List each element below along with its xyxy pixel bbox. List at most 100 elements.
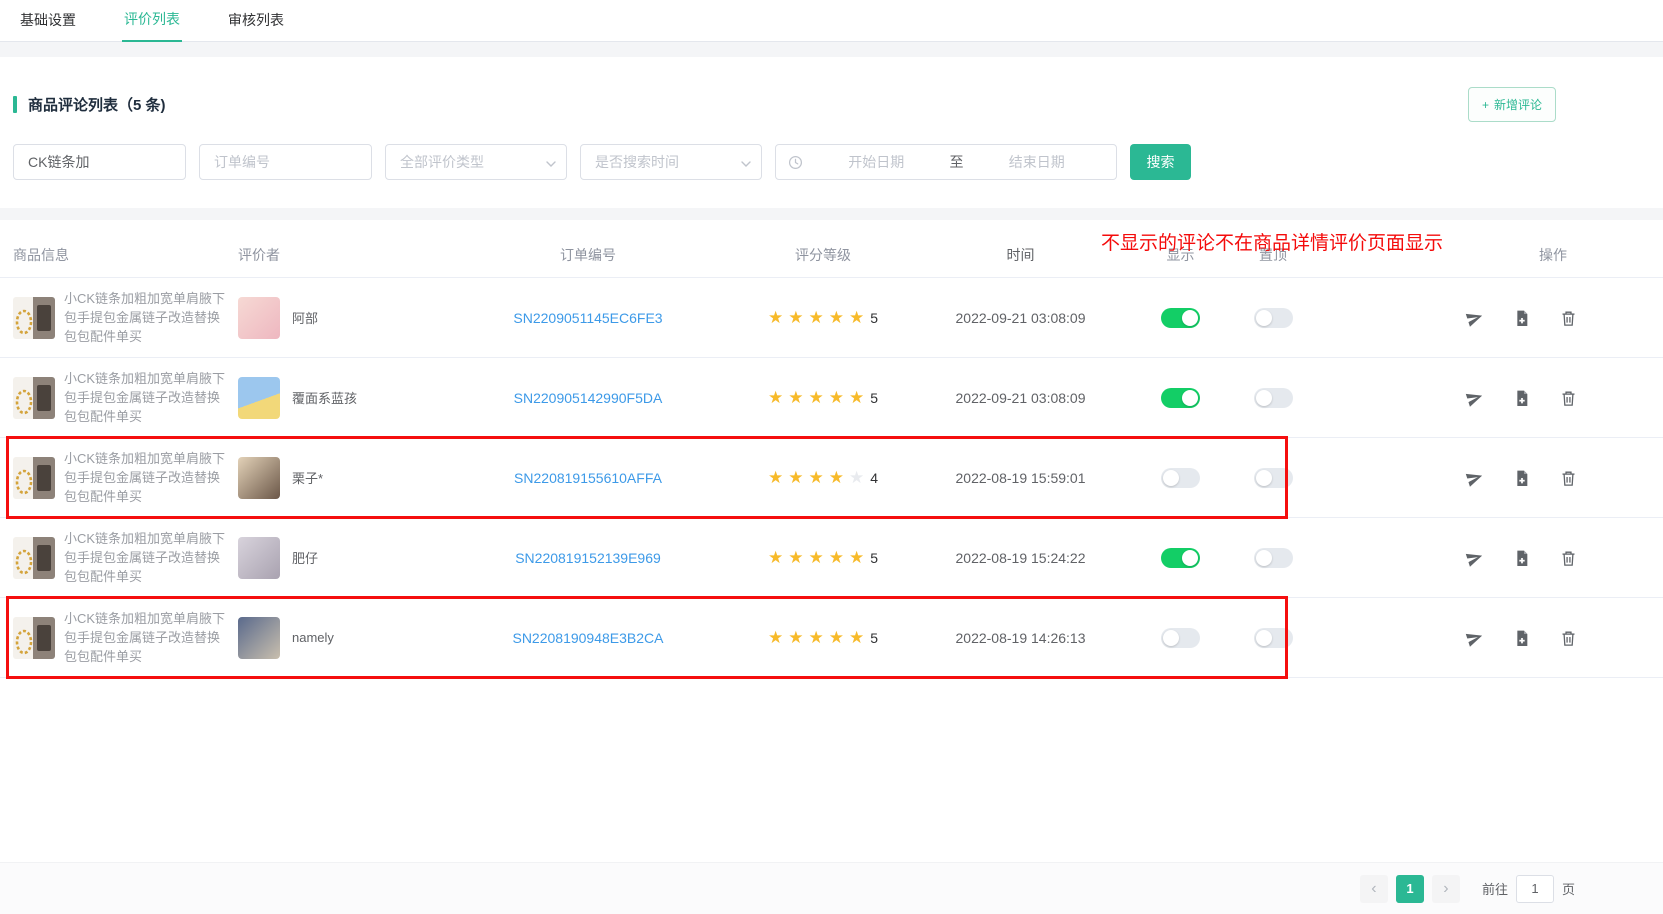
show-toggle[interactable] (1161, 548, 1200, 568)
rating-value: 5 (870, 390, 878, 406)
end-date-input[interactable] (970, 153, 1105, 171)
table-row: 小CK链条加粗加宽单肩腋下包手提包金属链子改造替换包包配件单买 肥仔 SN220… (0, 518, 1663, 598)
star-icon: ★ (788, 548, 803, 567)
file-add-icon[interactable] (1514, 629, 1530, 647)
send-icon[interactable] (1466, 629, 1484, 647)
product-image (13, 457, 55, 499)
send-icon[interactable] (1466, 469, 1484, 487)
goto-unit: 页 (1562, 879, 1575, 898)
delete-icon[interactable] (1560, 629, 1577, 647)
delete-icon[interactable] (1560, 389, 1577, 407)
delete-icon[interactable] (1560, 469, 1577, 487)
search-button[interactable]: 搜索 (1130, 144, 1191, 180)
reviewer-name: 肥仔 (292, 548, 318, 567)
send-icon[interactable] (1466, 309, 1484, 327)
order-no-filter (199, 144, 372, 180)
search-time-value (593, 153, 731, 171)
review-time: 2022-08-19 15:59:01 (908, 470, 1133, 486)
star-icon: ★ (808, 308, 823, 327)
pin-toggle[interactable] (1254, 308, 1293, 328)
file-add-icon[interactable] (1514, 549, 1530, 567)
star-icon: ★ (829, 308, 844, 327)
star-icon: ★ (808, 628, 823, 647)
pin-toggle[interactable] (1254, 468, 1293, 488)
file-add-icon[interactable] (1514, 309, 1530, 327)
star-icon: ★ (768, 548, 783, 567)
tab-basic-settings[interactable]: 基础设置 (18, 0, 78, 41)
star-icon: ★ (808, 388, 823, 407)
reviewer-name: 覆面系蓝孩 (292, 388, 357, 407)
star-icon: ★ (808, 548, 823, 567)
chevron-down-icon (545, 157, 557, 173)
star-icon: ★ (849, 388, 864, 407)
pin-toggle[interactable] (1254, 388, 1293, 408)
star-rating: ★★★★★ (768, 548, 869, 568)
date-range-picker[interactable]: 至 (775, 144, 1117, 180)
review-time: 2022-08-19 15:24:22 (908, 550, 1133, 566)
keyword-input[interactable] (26, 153, 173, 171)
search-time-select[interactable] (580, 144, 762, 180)
rating-value: 5 (870, 630, 878, 646)
goto-label: 前往 (1482, 879, 1508, 898)
prev-page-button[interactable]: ‹ (1360, 875, 1388, 903)
rating-value: 5 (870, 310, 878, 326)
show-toggle[interactable] (1161, 308, 1200, 328)
header-time: 时间 (908, 245, 1133, 265)
section-divider (0, 42, 1663, 57)
file-add-icon[interactable] (1514, 469, 1530, 487)
order-no-input[interactable] (212, 153, 359, 171)
star-icon: ★ (788, 308, 803, 327)
tab-audit-list[interactable]: 审核列表 (226, 0, 286, 41)
header-product: 商品信息 (0, 245, 238, 265)
order-number-link[interactable]: SN220905142990F5DA (514, 390, 663, 406)
show-toggle[interactable] (1161, 628, 1200, 648)
order-number-link[interactable]: SN2209051145EC6FE3 (513, 310, 662, 326)
pin-toggle[interactable] (1254, 548, 1293, 568)
star-icon: ★ (829, 468, 844, 487)
delete-icon[interactable] (1560, 309, 1577, 327)
top-tab-bar: 基础设置 评价列表 审核列表 (0, 0, 1663, 42)
star-icon: ★ (768, 628, 783, 647)
order-number-link[interactable]: SN2208190948E3B2CA (512, 630, 663, 646)
start-date-input[interactable] (809, 153, 944, 171)
review-type-select[interactable] (385, 144, 567, 180)
current-page-button[interactable]: 1 (1396, 875, 1424, 903)
table-row: 小CK链条加粗加宽单肩腋下包手提包金属链子改造替换包包配件单买 覆面系蓝孩 SN… (0, 358, 1663, 438)
avatar (238, 617, 280, 659)
star-icon: ★ (849, 628, 864, 647)
add-review-button[interactable]: + 新增评论 (1468, 87, 1556, 122)
file-add-icon[interactable] (1514, 389, 1530, 407)
send-icon[interactable] (1466, 389, 1484, 407)
star-icon: ★ (829, 388, 844, 407)
star-rating: ★★★★★ (768, 468, 869, 488)
rating-value: 5 (870, 550, 878, 566)
avatar (238, 457, 280, 499)
keyword-filter (13, 144, 186, 180)
pagination: ‹ 1 › 前往 页 (0, 863, 1663, 914)
star-rating: ★★★★★ (768, 628, 869, 648)
delete-icon[interactable] (1560, 549, 1577, 567)
section-divider (0, 208, 1663, 220)
rating-value: 4 (870, 470, 878, 486)
product-title: 小CK链条加粗加宽单肩腋下包手提包金属链子改造替换包包配件单买 (64, 449, 232, 506)
date-range-separator: 至 (950, 152, 964, 172)
order-number-link[interactable]: SN220819152139E969 (515, 550, 661, 566)
review-table-panel: 不显示的评论不在商品详情评价页面显示 商品信息 评价者 订单编号 评分等级 时间… (0, 220, 1663, 874)
product-image (13, 617, 55, 659)
tab-review-list[interactable]: 评价列表 (122, 0, 182, 42)
star-icon: ★ (768, 388, 783, 407)
table-row: 小CK链条加粗加宽单肩腋下包手提包金属链子改造替换包包配件单买 namely S… (0, 598, 1663, 678)
star-icon: ★ (788, 468, 803, 487)
reviewer-name: 栗子* (292, 468, 323, 487)
star-icon: ★ (849, 548, 864, 567)
reviewer-name: namely (292, 630, 334, 645)
goto-page-input[interactable] (1516, 875, 1554, 903)
next-page-button[interactable]: › (1432, 875, 1460, 903)
order-number-link[interactable]: SN220819155610AFFA (514, 470, 662, 486)
show-toggle[interactable] (1161, 468, 1200, 488)
chevron-down-icon (740, 157, 752, 173)
pin-toggle[interactable] (1254, 628, 1293, 648)
show-toggle[interactable] (1161, 388, 1200, 408)
send-icon[interactable] (1466, 549, 1484, 567)
product-title: 小CK链条加粗加宽单肩腋下包手提包金属链子改造替换包包配件单买 (64, 529, 232, 586)
